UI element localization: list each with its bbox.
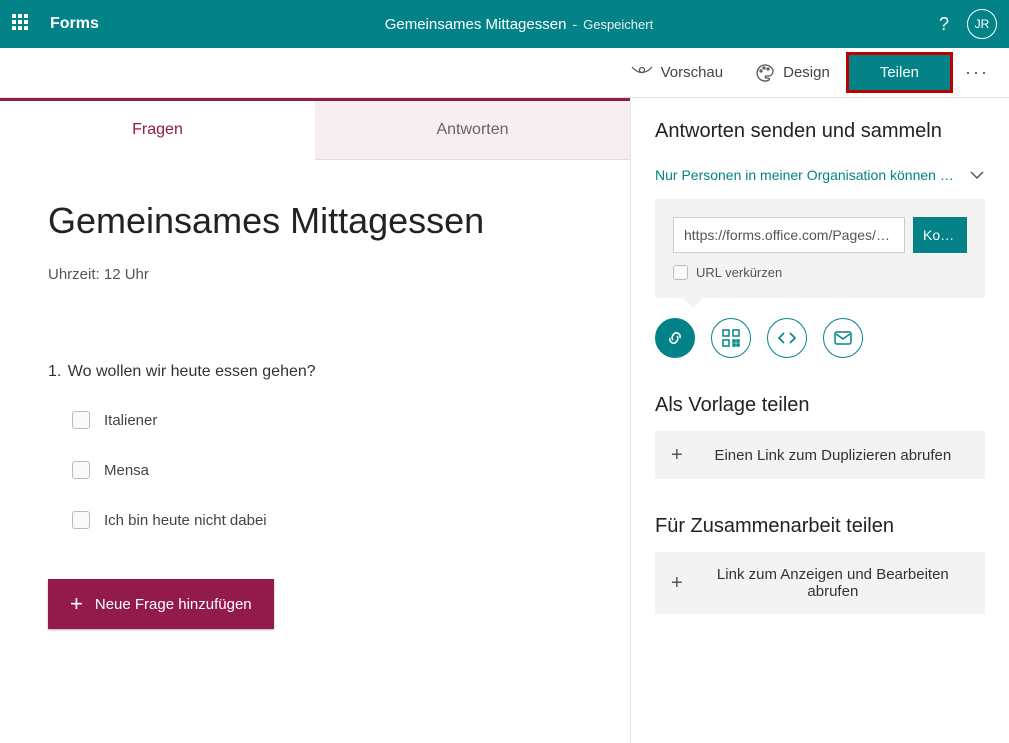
add-question-button[interactable]: + Neue Frage hinzufügen xyxy=(48,579,274,629)
get-collab-link-button[interactable]: + Link zum Anzeigen und Bearbeiten abruf… xyxy=(655,552,985,614)
tab-responses[interactable]: Antworten xyxy=(315,101,630,160)
save-status: Gespeichert xyxy=(583,17,653,32)
copy-link-button[interactable]: Kopie... xyxy=(913,217,967,253)
more-icon[interactable]: ··· xyxy=(955,54,999,91)
get-duplicate-link-button[interactable]: + Einen Link zum Duplizieren abrufen xyxy=(655,431,985,479)
share-embed-icon[interactable] xyxy=(767,318,807,358)
share-link-icon[interactable] xyxy=(655,318,695,358)
tabs: Fragen Antworten xyxy=(0,101,630,160)
question-1[interactable]: 1. Wo wollen wir heute essen gehen? Ital… xyxy=(48,363,582,535)
avatar[interactable]: JR xyxy=(967,9,997,39)
share-link-box: Kopie... URL verkürzen xyxy=(655,199,985,298)
share-button[interactable]: Teilen xyxy=(848,54,951,91)
plus-icon: + xyxy=(70,593,83,615)
checkbox-icon[interactable] xyxy=(72,461,90,479)
waffle-icon[interactable] xyxy=(12,14,32,34)
plus-icon: + xyxy=(671,445,683,465)
plus-icon: + xyxy=(671,573,683,593)
share-qr-icon[interactable] xyxy=(711,318,751,358)
design-button[interactable]: Design xyxy=(741,55,844,91)
share-panel: Antworten senden und sammeln Nur Persone… xyxy=(631,98,1009,743)
question-text: Wo wollen wir heute essen gehen? xyxy=(68,363,316,380)
option-2[interactable]: Mensa xyxy=(48,455,582,485)
option-1[interactable]: Italiener xyxy=(48,405,582,435)
help-icon[interactable]: ? xyxy=(939,14,949,35)
form-subtitle[interactable]: Uhrzeit: 12 Uhr xyxy=(48,266,582,283)
form-title[interactable]: Gemeinsames Mittagessen xyxy=(48,200,582,242)
checkbox-icon[interactable] xyxy=(72,411,90,429)
app-name: Forms xyxy=(50,15,99,33)
share-email-icon[interactable] xyxy=(823,318,863,358)
app-header: Forms Gemeinsames Mittagessen - Gespeich… xyxy=(0,0,1009,48)
template-heading: Als Vorlage teilen xyxy=(655,394,985,417)
eye-icon xyxy=(631,66,653,80)
shorten-url-checkbox[interactable]: URL verkürzen xyxy=(673,265,967,280)
question-number: 1. xyxy=(48,363,61,380)
chevron-down-icon xyxy=(969,167,985,183)
share-heading: Antworten senden und sammeln xyxy=(655,120,985,143)
tab-questions[interactable]: Fragen xyxy=(0,101,315,160)
palette-icon xyxy=(755,63,775,83)
audience-dropdown[interactable]: Nur Personen in meiner Organisation könn… xyxy=(655,167,985,183)
preview-button[interactable]: Vorschau xyxy=(617,56,738,89)
option-3[interactable]: Ich bin heute nicht dabei xyxy=(48,505,582,535)
command-bar: Vorschau Design Teilen ··· xyxy=(0,48,1009,98)
checkbox-icon[interactable] xyxy=(673,265,688,280)
form-name[interactable]: Gemeinsames Mittagessen xyxy=(385,16,567,33)
checkbox-icon[interactable] xyxy=(72,511,90,529)
collab-heading: Für Zusammenarbeit teilen xyxy=(655,515,985,538)
share-link-input[interactable] xyxy=(673,217,905,253)
